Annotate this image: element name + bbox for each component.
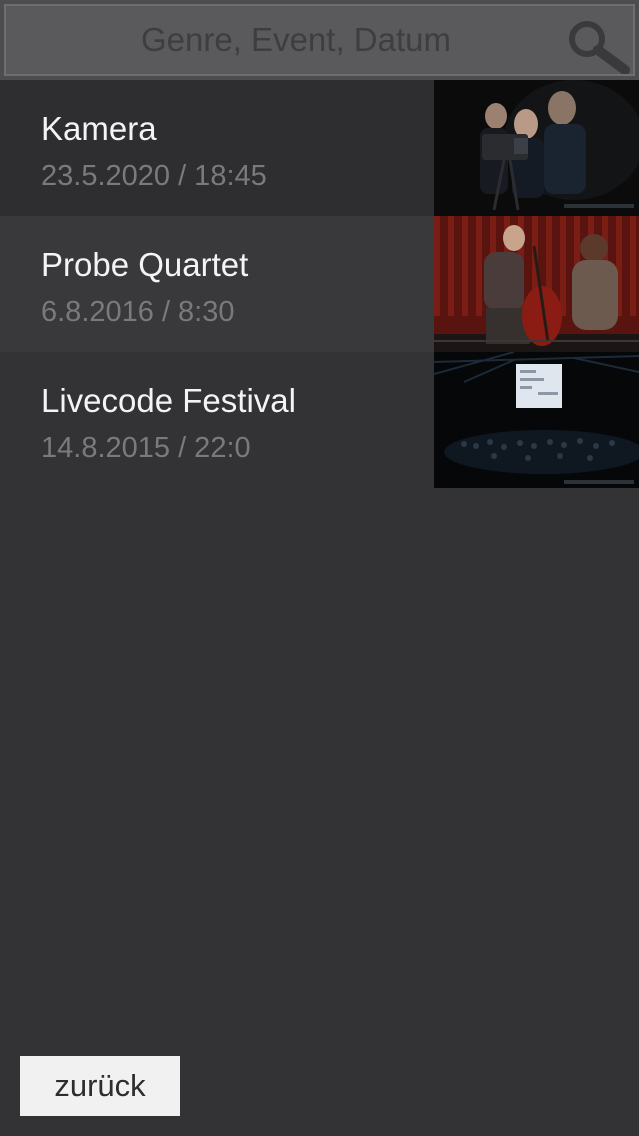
event-date: 14.8.2015 / 22:0 — [41, 432, 251, 464]
search-input[interactable] — [6, 6, 566, 74]
back-button[interactable]: zurück — [20, 1056, 180, 1116]
list-item[interactable]: Livecode Festival 14.8.2015 / 22:0 — [0, 352, 639, 488]
event-list: Kamera 23.5.2020 / 18:45 Probe Quartet 6… — [0, 80, 639, 488]
list-item[interactable]: Probe Quartet 6.8.2016 / 8:30 — [0, 216, 639, 352]
event-thumbnail-festival[interactable] — [434, 352, 639, 488]
list-item[interactable]: Kamera 23.5.2020 / 18:45 — [0, 80, 639, 216]
event-title: Livecode Festival — [41, 382, 296, 419]
event-thumbnail-quartet[interactable] — [434, 216, 639, 352]
search-field[interactable] — [4, 4, 635, 76]
event-title: Kamera — [41, 110, 157, 147]
search-bar — [0, 0, 639, 80]
event-date: 6.8.2016 / 8:30 — [41, 296, 235, 328]
event-title: Probe Quartet — [41, 246, 249, 283]
event-date: 23.5.2020 / 18:45 — [41, 160, 267, 192]
event-thumbnail-camera[interactable] — [434, 80, 639, 216]
search-icon[interactable] — [561, 14, 631, 74]
